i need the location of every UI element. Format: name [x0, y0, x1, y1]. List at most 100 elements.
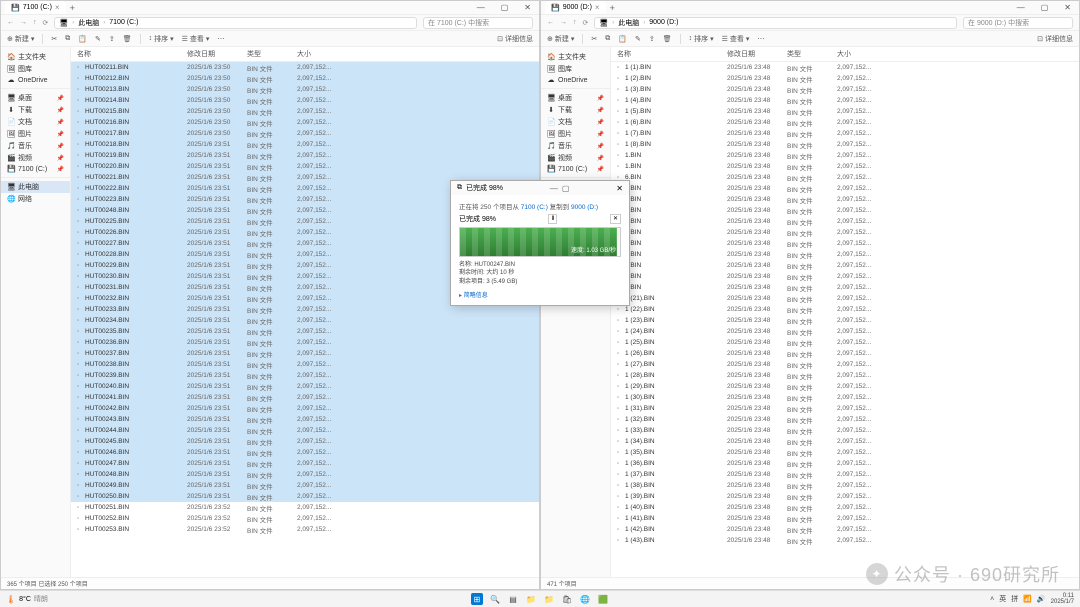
back-icon[interactable]: ←: [7, 19, 14, 27]
file-row[interactable]: ▫1 (43).BIN2025/1/6 23:48BIN 文件2,097,152…: [611, 535, 1079, 546]
file-row[interactable]: ▫1 (37).BIN2025/1/6 23:48BIN 文件2,097,152…: [611, 469, 1079, 480]
file-row[interactable]: ▫1 (40).BIN2025/1/6 23:48BIN 文件2,097,152…: [611, 502, 1079, 513]
file-row[interactable]: ▫HUT00216.BIN2025/1/6 23:50BIN 文件2,097,1…: [71, 117, 539, 128]
file-row[interactable]: ▫HUT00249.BIN2025/1/6 23:51BIN 文件2,097,1…: [71, 480, 539, 491]
col-name[interactable]: 名称: [617, 49, 727, 59]
new-tab-button[interactable]: +: [70, 3, 75, 13]
file-row[interactable]: ▫1 (3).BIN2025/1/6 23:48BIN 文件2,097,152.…: [611, 84, 1079, 95]
ime-label[interactable]: 英: [999, 594, 1006, 604]
file-row[interactable]: ▫HUT00250.BIN2025/1/6 23:51BIN 文件2,097,1…: [71, 491, 539, 502]
sidebar-item-music[interactable]: 🎵音乐📌: [541, 140, 610, 152]
file-row[interactable]: ▫HUT00243.BIN2025/1/6 23:51BIN 文件2,097,1…: [71, 414, 539, 425]
sidebar-item-network[interactable]: 🌐网络: [1, 193, 70, 205]
file-row[interactable]: ▫1.BIN2025/1/6 23:48BIN 文件2,097,152...: [611, 161, 1079, 172]
view-button[interactable]: ☰ 查看 ▾: [182, 34, 210, 44]
file-row[interactable]: ▫1 (41).BIN2025/1/6 23:48BIN 文件2,097,152…: [611, 513, 1079, 524]
file-row[interactable]: ▫1 (30).BIN2025/1/6 23:48BIN 文件2,097,152…: [611, 392, 1079, 403]
file-row[interactable]: ▫1 (21).BIN2025/1/6 23:48BIN 文件2,097,152…: [611, 293, 1079, 304]
file-row[interactable]: ▫HUT00252.BIN2025/1/6 23:52BIN 文件2,097,1…: [71, 513, 539, 524]
sidebar-item-documents[interactable]: 📄文档📌: [1, 116, 70, 128]
sidebar-item-home[interactable]: 🏠主文件夹: [1, 51, 70, 63]
file-row[interactable]: ▫HUT00244.BIN2025/1/6 23:51BIN 文件2,097,1…: [71, 425, 539, 436]
file-row[interactable]: ▫HUT00213.BIN2025/1/6 23:50BIN 文件2,097,1…: [71, 84, 539, 95]
search-input[interactable]: 在 9000 (D:) 中搜索: [963, 17, 1073, 29]
file-row[interactable]: ▫HUT00253.BIN2025/1/6 23:52BIN 文件2,097,1…: [71, 524, 539, 535]
file-row[interactable]: ▫HUT00219.BIN2025/1/6 23:51BIN 文件2,097,1…: [71, 150, 539, 161]
file-row[interactable]: ▫6.BIN2025/1/6 23:48BIN 文件2,097,152...: [611, 172, 1079, 183]
col-type[interactable]: 类型: [787, 49, 837, 59]
breadcrumb[interactable]: 🖥 › 此电脑 › 7100 (C:): [54, 17, 417, 29]
file-row[interactable]: ▫1 (5).BIN2025/1/6 23:48BIN 文件2,097,152.…: [611, 106, 1079, 117]
file-row[interactable]: ▫6.BIN2025/1/6 23:48BIN 文件2,097,152...: [611, 183, 1079, 194]
sidebar-item-videos[interactable]: 🎬视频📌: [1, 152, 70, 164]
maximize-icon[interactable]: ▢: [1037, 3, 1053, 12]
explorer-icon[interactable]: 📁: [525, 593, 537, 605]
delete-icon[interactable]: 🗑: [663, 35, 672, 43]
new-button[interactable]: ⊕ 新建 ▾: [547, 34, 574, 44]
more-icon[interactable]: ⋯: [757, 35, 764, 43]
close-icon[interactable]: ✕: [520, 3, 535, 12]
titlebar[interactable]: 💾 7100 (C:) × + — ▢ ✕: [1, 1, 539, 15]
file-row[interactable]: ▫HUT00212.BIN2025/1/6 23:50BIN 文件2,097,1…: [71, 73, 539, 84]
clock[interactable]: 0:11 2025/1/7: [1051, 593, 1074, 605]
share-icon[interactable]: ⇪: [649, 35, 655, 43]
forward-icon[interactable]: →: [20, 19, 27, 27]
file-row[interactable]: ▫6.BIN2025/1/6 23:48BIN 文件2,097,152...: [611, 216, 1079, 227]
file-row[interactable]: ▫HUT00241.BIN2025/1/6 23:51BIN 文件2,097,1…: [71, 392, 539, 403]
cancel-button[interactable]: ✕: [610, 214, 621, 224]
share-icon[interactable]: ⇪: [109, 35, 115, 43]
file-row[interactable]: ▫HUT00240.BIN2025/1/6 23:51BIN 文件2,097,1…: [71, 381, 539, 392]
file-row[interactable]: ▫1 (4).BIN2025/1/6 23:48BIN 文件2,097,152.…: [611, 95, 1079, 106]
new-button[interactable]: ⊕ 新建 ▾: [7, 34, 34, 44]
file-row[interactable]: ▫HUT00215.BIN2025/1/6 23:50BIN 文件2,097,1…: [71, 106, 539, 117]
file-row[interactable]: ▫HUT00211.BIN2025/1/6 23:50BIN 文件2,097,1…: [71, 62, 539, 73]
details-button[interactable]: ⊡ 详细信息: [1037, 34, 1073, 44]
start-icon[interactable]: ⊞: [471, 593, 483, 605]
breadcrumb-root[interactable]: 此电脑: [78, 18, 99, 28]
dialog-titlebar[interactable]: ⧉ 已完成 98% — ▢ ✕: [451, 181, 629, 195]
file-row[interactable]: ▫1 (31).BIN2025/1/6 23:48BIN 文件2,097,152…: [611, 403, 1079, 414]
store-icon[interactable]: 🛍: [561, 593, 573, 605]
file-row[interactable]: ▫HUT00220.BIN2025/1/6 23:51BIN 文件2,097,1…: [71, 161, 539, 172]
col-date[interactable]: 修改日期: [727, 49, 787, 59]
breadcrumb-folder[interactable]: 9000 (D:): [649, 19, 678, 26]
file-row[interactable]: ▫1 (33).BIN2025/1/6 23:48BIN 文件2,097,152…: [611, 425, 1079, 436]
file-list[interactable]: ▫1 (1).BIN2025/1/6 23:48BIN 文件2,097,152.…: [611, 62, 1079, 577]
file-row[interactable]: ▫6.BIN2025/1/6 23:48BIN 文件2,097,152...: [611, 205, 1079, 216]
sidebar-item-onedrive[interactable]: ☁OneDrive: [1, 75, 70, 85]
file-row[interactable]: ▫HUT00237.BIN2025/1/6 23:51BIN 文件2,097,1…: [71, 348, 539, 359]
copy-icon[interactable]: ⧉: [65, 35, 70, 43]
app-icon[interactable]: 🟩: [597, 593, 609, 605]
refresh-icon[interactable]: ⟳: [43, 19, 49, 27]
column-headers[interactable]: 名称 修改日期 类型 大小: [611, 47, 1079, 62]
file-row[interactable]: ▫1 (32).BIN2025/1/6 23:48BIN 文件2,097,152…: [611, 414, 1079, 425]
file-row[interactable]: ▫1 (27).BIN2025/1/6 23:48BIN 文件2,097,152…: [611, 359, 1079, 370]
explorer-icon[interactable]: 📁: [543, 593, 555, 605]
sidebar-item-drive-c[interactable]: 💾7100 (C:)📌: [541, 164, 610, 174]
file-row[interactable]: ▫HUT00235.BIN2025/1/6 23:51BIN 文件2,097,1…: [71, 326, 539, 337]
column-headers[interactable]: 名称 修改日期 类型 大小: [71, 47, 539, 62]
sidebar-item-drive-c[interactable]: 💾7100 (C:)📌: [1, 164, 70, 174]
delete-icon[interactable]: 🗑: [123, 35, 132, 43]
view-button[interactable]: ☰ 查看 ▾: [722, 34, 750, 44]
file-row[interactable]: ▫HUT00236.BIN2025/1/6 23:51BIN 文件2,097,1…: [71, 337, 539, 348]
col-type[interactable]: 类型: [247, 49, 297, 59]
back-icon[interactable]: ←: [547, 19, 554, 27]
file-row[interactable]: ▫1 (35).BIN2025/1/6 23:48BIN 文件2,097,152…: [611, 447, 1079, 458]
file-row[interactable]: ▫1 (1).BIN2025/1/6 23:48BIN 文件2,097,152.…: [611, 62, 1079, 73]
col-size[interactable]: 大小: [837, 49, 897, 59]
file-row[interactable]: ▫6.BIN2025/1/6 23:48BIN 文件2,097,152...: [611, 194, 1079, 205]
file-row[interactable]: ▫HUT00245.BIN2025/1/6 23:51BIN 文件2,097,1…: [71, 436, 539, 447]
sidebar-item-pictures[interactable]: 🖼图片📌: [541, 128, 610, 140]
sidebar-item-gallery[interactable]: 🖼图库: [1, 63, 70, 75]
file-row[interactable]: ▫1 (34).BIN2025/1/6 23:48BIN 文件2,097,152…: [611, 436, 1079, 447]
search-icon[interactable]: 🔍: [489, 593, 501, 605]
sidebar-item-onedrive[interactable]: ☁OneDrive: [541, 75, 610, 85]
maximize-icon[interactable]: ▢: [497, 3, 513, 12]
file-list[interactable]: ▫HUT00211.BIN2025/1/6 23:50BIN 文件2,097,1…: [71, 62, 539, 577]
file-row[interactable]: ▫1 (26).BIN2025/1/6 23:48BIN 文件2,097,152…: [611, 348, 1079, 359]
minimize-icon[interactable]: —: [550, 184, 558, 193]
up-icon[interactable]: ↑: [573, 19, 577, 27]
file-row[interactable]: ▫1 (2).BIN2025/1/6 23:48BIN 文件2,097,152.…: [611, 73, 1079, 84]
weather-widget[interactable]: 🌡 8°C 晴朗: [0, 594, 54, 604]
